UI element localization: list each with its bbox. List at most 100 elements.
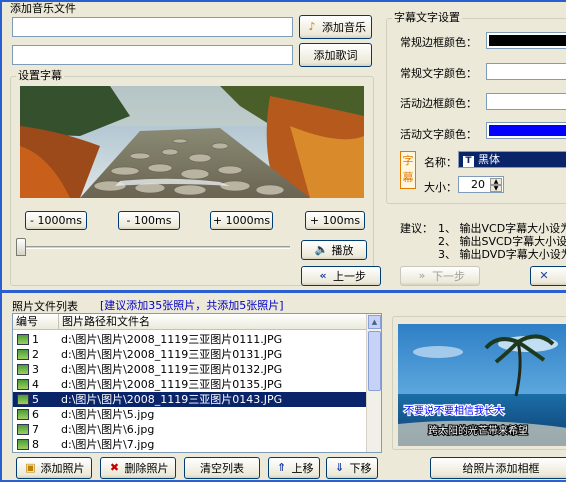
close-icon: ✕	[539, 269, 549, 282]
normal-border-color-label: 常规边框颜色：	[400, 36, 477, 49]
subtitle-group-title: 设置字幕	[16, 69, 64, 82]
active-text-color-label: 活动文字颜色：	[400, 128, 477, 141]
add-photo-frame-button[interactable]: 给照片添加相框	[430, 457, 566, 479]
scroll-thumb[interactable]	[368, 331, 381, 391]
normal-text-color-swatch[interactable]	[486, 63, 566, 80]
add-music-label: 添加音乐	[322, 21, 366, 34]
seek-plus-100ms-button[interactable]: + 100ms	[305, 211, 365, 230]
image-file-icon	[17, 334, 29, 345]
font-name-value: 黑体	[478, 153, 500, 166]
suggestion-prefix: 建议：	[400, 222, 433, 235]
column-header-number[interactable]: 编号	[13, 314, 59, 330]
row-number: 1	[32, 333, 39, 346]
clear-list-button[interactable]: 清空列表	[184, 457, 260, 479]
music-group-title: 添加音乐文件	[10, 2, 76, 15]
row-number: 7	[32, 423, 39, 436]
delete-photo-label: 删除照片	[124, 462, 169, 475]
subtitle-preview-image: 不要说不要相信我长大 跨太阳的光芒带来希望	[398, 324, 566, 446]
font-icon: 字幕	[400, 151, 416, 189]
prev-step-button[interactable]: « 上一步	[301, 266, 381, 286]
speaker-icon: 🔈	[314, 243, 329, 256]
font-size-value: 20	[471, 178, 485, 191]
move-up-label: 上移	[291, 462, 314, 475]
row-number: 2	[32, 348, 39, 361]
table-row[interactable]: 6 d:\图片\图片\5.jpg	[13, 407, 375, 422]
table-row[interactable]: 1 d:\图片\图片\2008_1119三亚图片0111.JPG	[13, 332, 375, 347]
list-scrollbar[interactable]: ▲	[366, 314, 381, 452]
normal-subtitle-text: 跨太阳的光芒带来希望	[428, 424, 528, 437]
delete-icon: ✖	[109, 461, 120, 474]
add-photo-icon: ▣	[25, 461, 36, 474]
row-path: d:\图片\图片\7.jpg	[61, 438, 155, 451]
row-number: 5	[32, 393, 39, 406]
suggestion-line-3: 3、 输出DVD字幕大小设为	[438, 248, 566, 261]
row-path: d:\图片\图片\2008_1119三亚图片0143.JPG	[61, 393, 283, 406]
font-name-select[interactable]: T 黑体	[458, 151, 566, 168]
delete-photo-button[interactable]: ✖ 删除照片	[100, 457, 176, 479]
normal-text-color-label: 常规文字颜色：	[400, 67, 477, 80]
photo-preview-image	[20, 86, 364, 198]
column-header-path[interactable]: 图片路径和文件名	[59, 314, 375, 330]
active-text-color-swatch[interactable]	[486, 122, 566, 139]
seek-minus-100ms-button[interactable]: - 100ms	[118, 211, 180, 230]
row-path: d:\图片\图片\5.jpg	[61, 408, 155, 421]
main-window: 添加音乐文件 ♪ 添加音乐 添加歌词 设置字幕 - 1000ms - 100ms…	[0, 0, 566, 482]
panel-divider	[2, 290, 566, 293]
photos-hint: [建议添加35张照片，共添加5张照片]	[100, 299, 284, 312]
font-name-label: 名称：	[424, 156, 457, 169]
active-subtitle-text: 不要说不要相信我长大	[404, 404, 504, 417]
row-path: d:\图片\图片\6.jpg	[61, 423, 155, 436]
image-file-icon	[17, 424, 29, 435]
table-row[interactable]: 8 d:\图片\图片\7.jpg	[13, 437, 375, 452]
add-photo-frame-label: 给照片添加相框	[462, 462, 540, 475]
table-row[interactable]: 2 d:\图片\图片\2008_1119三亚图片0131.JPG	[13, 347, 375, 362]
move-down-label: 下移	[349, 462, 372, 475]
move-up-button[interactable]: ⇑ 上移	[268, 457, 320, 479]
row-path: d:\图片\图片\2008_1119三亚图片0135.JPG	[61, 378, 283, 391]
active-border-color-swatch[interactable]	[486, 93, 566, 110]
next-step-button: » 下一步	[400, 266, 480, 286]
table-row-selected[interactable]: 5 d:\图片\图片\2008_1119三亚图片0143.JPG	[13, 392, 375, 407]
prev-step-label: 上一步	[333, 270, 366, 283]
play-button[interactable]: 🔈 播放	[301, 240, 367, 260]
next-step-label: 下一步	[432, 270, 465, 283]
add-photo-label: 添加照片	[40, 462, 85, 475]
double-up-arrow-icon: ⇑	[276, 461, 287, 474]
add-photo-button[interactable]: ▣ 添加照片	[16, 457, 92, 479]
spin-down-icon[interactable]: ▼	[490, 185, 502, 192]
music-path-input[interactable]	[12, 17, 293, 37]
font-type-icon: T	[463, 156, 474, 167]
close-button[interactable]: ✕	[530, 266, 566, 286]
font-size-spinner[interactable]: 20 ▲ ▼	[458, 176, 504, 193]
image-file-icon	[17, 349, 29, 360]
add-lyrics-label: 添加歌词	[313, 49, 358, 62]
table-row[interactable]: 7 d:\图片\图片\6.jpg	[13, 422, 375, 437]
table-row[interactable]: 4 d:\图片\图片\2008_1119三亚图片0135.JPG	[13, 377, 375, 392]
clear-list-label: 清空列表	[200, 462, 244, 475]
add-lyrics-button[interactable]: 添加歌词	[299, 43, 372, 67]
double-down-arrow-icon: ⇓	[334, 461, 345, 474]
photos-group-title: 照片文件列表	[12, 300, 78, 313]
double-left-arrow-icon: «	[319, 269, 327, 282]
timeline-slider-track[interactable]	[20, 246, 290, 249]
image-file-icon	[17, 409, 29, 420]
seek-minus-1000ms-button[interactable]: - 1000ms	[25, 211, 87, 230]
image-file-icon	[17, 364, 29, 375]
add-music-button[interactable]: ♪ 添加音乐	[299, 15, 372, 39]
spin-up-icon[interactable]: ▲	[490, 178, 502, 185]
scroll-up-arrow-icon[interactable]: ▲	[368, 315, 381, 329]
row-number: 3	[32, 363, 39, 376]
double-right-arrow-icon: »	[418, 269, 426, 282]
row-number: 4	[32, 378, 39, 391]
seek-plus-1000ms-button[interactable]: + 1000ms	[210, 211, 273, 230]
table-row[interactable]: 3 d:\图片\图片\2008_1119三亚图片0132.JPG	[13, 362, 375, 377]
row-number: 8	[32, 438, 39, 451]
photo-list[interactable]: 编号 图片路径和文件名 1 d:\图片\图片\2008_1119三亚图片0111.…	[12, 313, 382, 453]
move-down-button[interactable]: ⇓ 下移	[326, 457, 378, 479]
lyrics-path-input[interactable]	[12, 45, 293, 65]
normal-border-color-swatch[interactable]	[486, 32, 566, 49]
play-label: 播放	[331, 244, 354, 257]
image-file-icon	[17, 394, 29, 405]
timeline-slider-thumb[interactable]	[16, 238, 26, 256]
active-border-color-label: 活动边框颜色：	[400, 97, 477, 110]
